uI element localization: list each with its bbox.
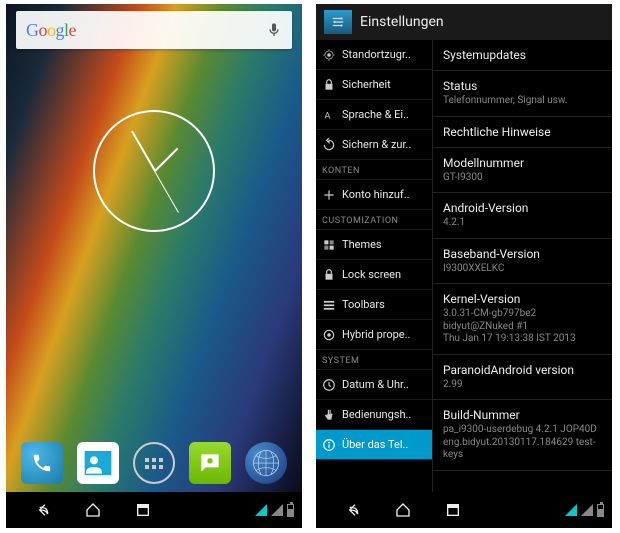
backup-icon (322, 138, 336, 152)
settings-item-backup[interactable]: Sichern & zur.. (316, 130, 432, 160)
detail-item[interactable]: Build-Nummer pa_i9300-userdebug 4.2.1 JOP… (433, 400, 612, 471)
app-drawer-button[interactable] (133, 442, 175, 484)
detail-title: Modellnummer (443, 156, 602, 170)
home-button[interactable] (82, 500, 104, 520)
section-header-customization: CUSTOMIZATION (316, 210, 432, 230)
back-button[interactable] (32, 500, 54, 520)
settings-item-hybrid[interactable]: Hybrid prope.. (316, 320, 432, 350)
contacts-app-icon[interactable] (77, 442, 119, 484)
detail-subtitle: pa_i9300-userdebug 4.2.1 JOP40D eng.bidy… (443, 424, 602, 462)
search-bar[interactable]: Google (16, 11, 292, 49)
signal-icon (581, 504, 593, 516)
plus-icon (322, 188, 336, 202)
detail-item[interactable]: Modellnummer GT-I9300 (433, 148, 612, 194)
settings-item-security[interactable]: Sicherheit (316, 70, 432, 100)
recents-button[interactable] (132, 500, 154, 520)
detail-subtitle: GT-I9300 (443, 172, 602, 185)
settings-icon (324, 10, 352, 34)
homescreen[interactable]: Google (6, 4, 302, 492)
settings-item-accessibility[interactable]: Bedienungsh.. (316, 400, 432, 430)
detail-item[interactable]: Rechtliche Hinweise (433, 117, 612, 148)
phone-homescreen: Google (6, 4, 302, 528)
settings-item-lockscreen[interactable]: Lock screen (316, 260, 432, 290)
language-icon: A (322, 108, 336, 122)
detail-title: Build-Nummer (443, 408, 602, 422)
clock-second-hand (154, 171, 179, 213)
lock-icon (322, 78, 336, 92)
toolbars-icon (322, 298, 336, 312)
navigation-bar (6, 492, 302, 528)
hand-icon (322, 408, 336, 422)
section-header-accounts: KONTEN (316, 160, 432, 180)
settings-item-themes[interactable]: Themes (316, 230, 432, 260)
clock-minute-hand (131, 131, 156, 172)
header-title: Einstellungen (360, 14, 444, 30)
detail-item[interactable]: Baseband-Version I9300XXELKC (433, 239, 612, 285)
messaging-app-icon[interactable] (189, 442, 231, 484)
settings-item-language[interactable]: ASprache & Ei.. (316, 100, 432, 130)
microphone-icon[interactable] (266, 22, 282, 38)
detail-subtitle: I9300XXELKC (443, 263, 602, 276)
detail-title: Status (443, 79, 602, 93)
themes-icon (322, 238, 336, 252)
wifi-icon (565, 504, 577, 516)
clock-icon (322, 378, 336, 392)
settings-detail-list[interactable]: Systemupdates Status Telefonnummer, Signal… (432, 40, 612, 492)
settings-header: Einstellungen (316, 4, 612, 40)
section-header-system: SYSTEM (316, 350, 432, 370)
status-icons (565, 504, 604, 517)
detail-title: Baseband-Version (443, 247, 602, 261)
svg-text:A: A (324, 110, 330, 121)
wifi-icon (255, 504, 267, 516)
detail-subtitle: 2.99 (443, 379, 602, 392)
detail-item[interactable]: Status Telefonnummer, Signal usw. (433, 71, 612, 117)
battery-icon (597, 504, 604, 517)
detail-subtitle: 3.0.31-CM-gb797be2 bidyut@ZNuked #1 Thu … (443, 308, 602, 346)
location-icon (322, 48, 336, 62)
settings-item-add-account[interactable]: Konto hinzuf.. (316, 180, 432, 210)
detail-title: Android-Version (443, 201, 602, 215)
settings-item-toolbars[interactable]: Toolbars (316, 290, 432, 320)
home-button[interactable] (392, 500, 414, 520)
info-icon (322, 438, 336, 452)
battery-icon (287, 504, 294, 517)
signal-icon (271, 504, 283, 516)
settings-item-location[interactable]: Standortzugr.. (316, 40, 432, 70)
recents-button[interactable] (442, 500, 464, 520)
analog-clock-widget[interactable] (93, 110, 215, 232)
detail-title: Systemupdates (443, 48, 602, 62)
lock-icon (322, 268, 336, 282)
detail-title: Rechtliche Hinweise (443, 125, 602, 139)
detail-title: ParanoidAndroid version (443, 363, 602, 377)
detail-item[interactable]: Systemupdates (433, 40, 612, 71)
settings-item-datetime[interactable]: Datum & Uhr.. (316, 370, 432, 400)
google-logo: Google (26, 20, 76, 41)
settings-item-about[interactable]: Über das Tel.. (316, 430, 432, 460)
phone-settings: Einstellungen Standortzugr.. Sicherheit … (316, 4, 612, 528)
status-icons (255, 504, 294, 517)
detail-item[interactable]: ParanoidAndroid version 2.99 (433, 355, 612, 401)
settings-category-list[interactable]: Standortzugr.. Sicherheit ASprache & Ei.… (316, 40, 432, 492)
detail-title: Kernel-Version (443, 292, 602, 306)
phone-app-icon[interactable] (21, 442, 63, 484)
detail-item[interactable]: Android-Version 4.2.1 (433, 193, 612, 239)
detail-item[interactable]: Kernel-Version 3.0.31-CM-gb797be2 bidyut@… (433, 284, 612, 355)
hybrid-icon (322, 328, 336, 342)
browser-app-icon[interactable] (245, 442, 287, 484)
dock (6, 434, 302, 492)
detail-subtitle: Telefonnummer, Signal usw. (443, 95, 602, 108)
detail-subtitle: 4.2.1 (443, 217, 602, 230)
clock-hour-hand (154, 148, 178, 172)
navigation-bar (316, 492, 612, 528)
back-button[interactable] (342, 500, 364, 520)
